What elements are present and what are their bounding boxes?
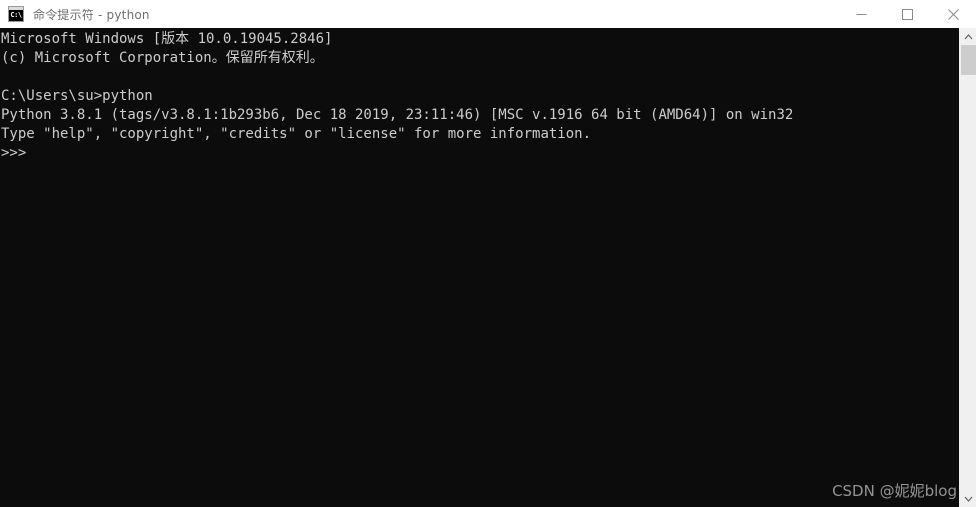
window-title: 命令提示符 - python xyxy=(33,7,150,22)
console-text: Microsoft Windows [版本 10.0.19045.2846] (… xyxy=(1,31,794,161)
command-prompt-window: C:\ 命令提示符 - python Microsoft Windows [版本… xyxy=(0,0,976,507)
vertical-scrollbar[interactable] xyxy=(959,28,976,507)
minimize-button[interactable] xyxy=(838,0,884,28)
icon-screen-text: C:\ xyxy=(9,10,23,21)
minimize-icon xyxy=(856,13,866,15)
command-prompt-icon: C:\ xyxy=(8,6,24,22)
close-icon xyxy=(947,8,959,20)
close-button[interactable] xyxy=(930,0,976,28)
maximize-button[interactable] xyxy=(884,0,930,28)
console-output-area[interactable]: Microsoft Windows [版本 10.0.19045.2846] (… xyxy=(0,28,959,507)
maximize-icon xyxy=(901,8,913,20)
chevron-up-icon xyxy=(964,33,973,39)
chevron-down-icon xyxy=(964,496,973,502)
scroll-down-arrow-icon[interactable] xyxy=(960,490,976,507)
scroll-up-arrow-icon[interactable] xyxy=(960,28,976,45)
window-controls xyxy=(838,0,976,28)
title-bar[interactable]: C:\ 命令提示符 - python xyxy=(0,0,976,28)
scrollbar-thumb[interactable] xyxy=(961,45,976,75)
